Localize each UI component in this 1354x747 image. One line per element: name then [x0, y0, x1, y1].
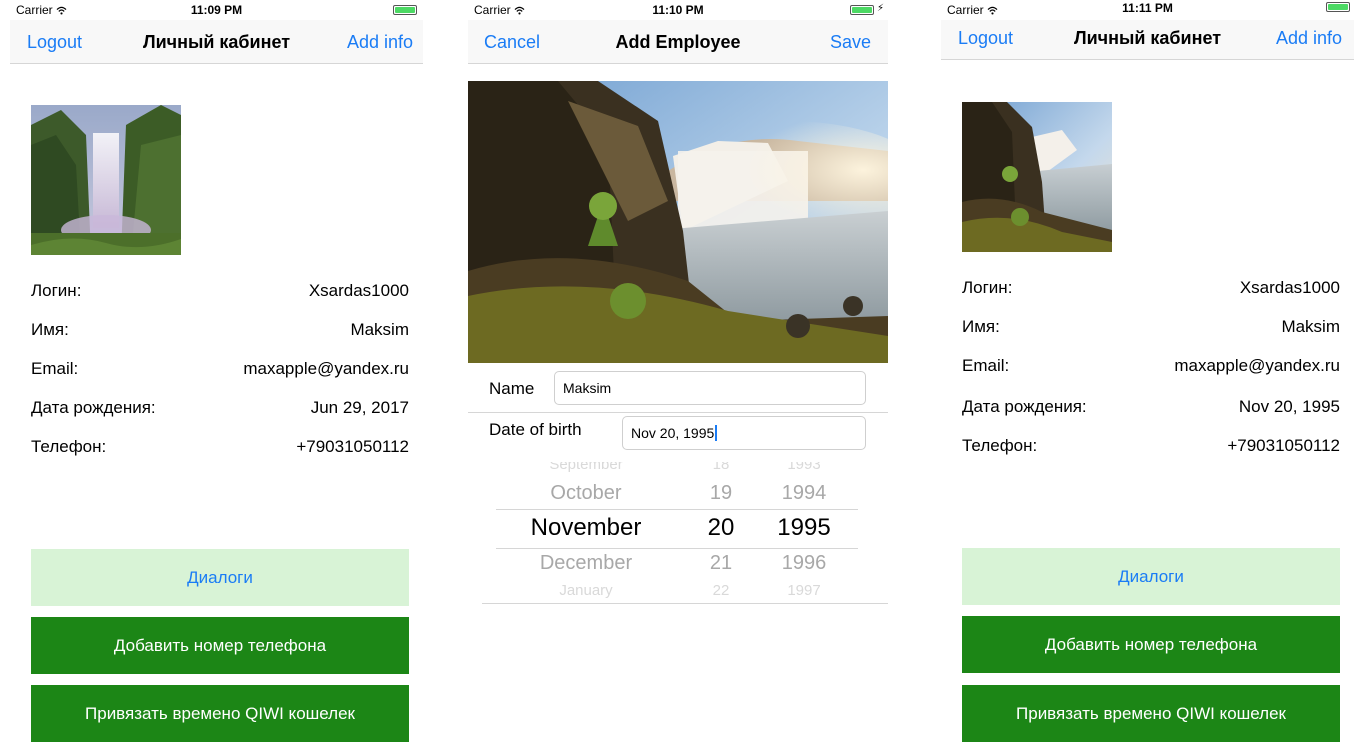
- login-label: Логин:: [962, 278, 1013, 297]
- phone-row: Телефон: +79031050112: [962, 436, 1340, 460]
- add-employee-screen: Carrier 11:10 PM ⚡ Cancel Add Employee S…: [468, 0, 888, 747]
- login-row: Логин: Xsardas1000: [962, 278, 1340, 302]
- picker-year-option[interactable]: 1997: [758, 582, 850, 599]
- login-label: Логин:: [31, 281, 82, 300]
- link-qiwi-button[interactable]: Привязать времено QIWI кошелек: [962, 685, 1340, 742]
- birthdate-value: Jun 29, 2017: [310, 398, 409, 417]
- nav-title: Add Employee: [615, 32, 741, 52]
- name-form-row: Name Maksim: [468, 364, 888, 412]
- profile-screen-after: Carrier 11:11 PM Logout Личный кабинет A…: [941, 0, 1354, 747]
- picker-day-option[interactable]: 19: [686, 482, 756, 505]
- profile-photo: [962, 102, 1112, 252]
- dob-form-label: Date of birth: [489, 420, 582, 439]
- status-time: 11:10 PM: [652, 3, 704, 17]
- phone-value: +79031050112: [1227, 436, 1340, 455]
- picker-day-option[interactable]: 22: [686, 582, 756, 599]
- picker-day-column[interactable]: 18 19 20 21 22: [686, 462, 756, 602]
- status-bar: Carrier 11:11 PM: [941, 0, 1354, 20]
- status-time: 11:09 PM: [190, 3, 243, 17]
- profile-screen-before: Carrier 11:09 PM Logout Личный кабинет A…: [10, 0, 423, 747]
- email-row: Email: maxapple@yandex.ru: [962, 356, 1340, 380]
- battery-icon: [1326, 2, 1350, 12]
- navigation-bar: Logout Личный кабинет Add info: [941, 20, 1354, 60]
- text-caret: [715, 425, 718, 441]
- status-bar: Carrier 11:10 PM ⚡: [468, 0, 888, 20]
- picker-month-option[interactable]: January: [496, 582, 676, 599]
- email-label: Email:: [31, 359, 79, 378]
- status-time: 11:11 PM: [1122, 1, 1173, 15]
- picker-day-option[interactable]: 18: [686, 462, 756, 473]
- picker-month-column[interactable]: September October November December Janu…: [496, 462, 676, 602]
- add-info-button[interactable]: Add info: [1276, 28, 1342, 49]
- email-value: maxapple@yandex.ru: [1174, 356, 1340, 375]
- picker-day-option[interactable]: 21: [686, 552, 756, 575]
- date-picker[interactable]: September October November December Janu…: [496, 462, 858, 602]
- picker-month-option[interactable]: October: [496, 482, 676, 505]
- login-value: Xsardas1000: [1239, 278, 1340, 297]
- birthdate-label: Дата рождения:: [31, 398, 156, 417]
- name-input[interactable]: Maksim: [554, 371, 866, 405]
- picker-month-selected[interactable]: November: [496, 514, 676, 542]
- link-qiwi-button[interactable]: Привязать времено QIWI кошелек: [31, 685, 409, 742]
- phone-value: +79031050112: [296, 437, 409, 456]
- picker-year-selected[interactable]: 1995: [758, 514, 850, 542]
- name-form-label: Name: [489, 379, 535, 398]
- navigation-bar: Logout Личный кабинет Add info: [10, 20, 423, 64]
- name-label: Имя:: [962, 317, 1000, 336]
- dialogs-button[interactable]: Диалоги: [962, 548, 1340, 605]
- add-info-button[interactable]: Add info: [347, 32, 413, 53]
- name-value: Maksim: [1281, 317, 1340, 336]
- picker-bottom-divider: [482, 603, 888, 604]
- birthdate-label: Дата рождения:: [962, 397, 1087, 416]
- email-label: Email:: [962, 356, 1010, 375]
- dob-form-row: Date of birth Nov 20, 1995: [468, 413, 888, 461]
- dialogs-button[interactable]: Диалоги: [31, 549, 409, 606]
- phone-label: Телефон:: [31, 437, 107, 456]
- picker-year-option[interactable]: 1993: [758, 462, 850, 473]
- charging-bolt-icon: ⚡: [876, 3, 884, 14]
- employee-photo[interactable]: [468, 81, 888, 363]
- name-row: Имя: Maksim: [962, 317, 1340, 341]
- login-value: Xsardas1000: [308, 281, 409, 300]
- birthdate-row: Дата рождения: Jun 29, 2017: [31, 398, 409, 422]
- picker-month-option[interactable]: September: [496, 462, 676, 473]
- birthdate-row: Дата рождения: Nov 20, 1995: [962, 397, 1340, 421]
- status-bar: Carrier 11:09 PM: [10, 0, 423, 20]
- picker-year-option[interactable]: 1996: [758, 552, 850, 575]
- name-value: Maksim: [350, 320, 409, 339]
- login-row: Логин: Xsardas1000: [31, 281, 409, 305]
- add-phone-button[interactable]: Добавить номер телефона: [962, 616, 1340, 673]
- birthdate-value: Nov 20, 1995: [1238, 397, 1340, 416]
- picker-day-selected[interactable]: 20: [686, 514, 756, 542]
- phone-label: Телефон:: [962, 436, 1038, 455]
- add-phone-button[interactable]: Добавить номер телефона: [31, 617, 409, 674]
- battery-icon: [393, 5, 417, 15]
- battery-icon: [850, 5, 874, 15]
- email-value: maxapple@yandex.ru: [243, 359, 409, 378]
- name-input-value: Maksim: [563, 380, 612, 396]
- navigation-bar: Cancel Add Employee Save: [468, 20, 888, 64]
- dob-input[interactable]: Nov 20, 1995: [622, 416, 866, 450]
- save-button[interactable]: Save: [830, 32, 871, 53]
- dob-input-value: Nov 20, 1995: [631, 425, 715, 441]
- name-label: Имя:: [31, 320, 69, 339]
- picker-year-column[interactable]: 1993 1994 1995 1996 1997: [758, 462, 850, 602]
- name-row: Имя: Maksim: [31, 320, 409, 344]
- email-row: Email: maxapple@yandex.ru: [31, 359, 409, 383]
- picker-year-option[interactable]: 1994: [758, 482, 850, 505]
- phone-row: Телефон: +79031050112: [31, 437, 409, 461]
- profile-photo: [31, 105, 181, 255]
- picker-month-option[interactable]: December: [496, 552, 676, 575]
